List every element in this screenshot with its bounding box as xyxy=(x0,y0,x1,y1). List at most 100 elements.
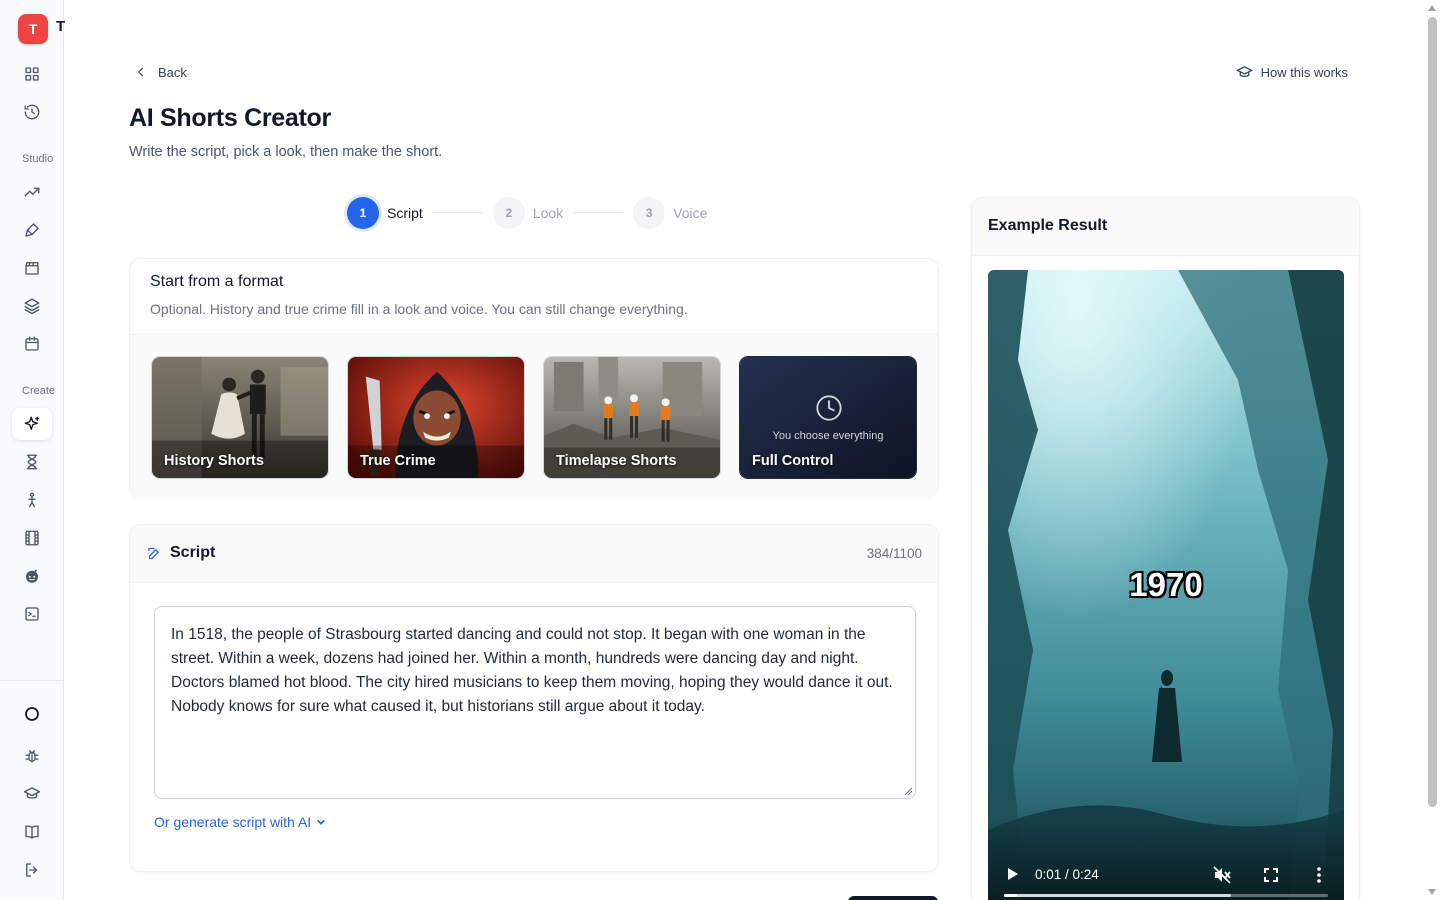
step-look[interactable]: 2 Look xyxy=(492,196,564,229)
nav-logout[interactable] xyxy=(12,854,52,886)
page-title: AI Shorts Creator xyxy=(129,104,331,132)
chevron-left-icon xyxy=(137,67,144,77)
stepper: 1 Script 2 Look 3 Voice xyxy=(347,196,707,229)
nav-reddit[interactable] xyxy=(12,560,52,592)
step-connector xyxy=(573,212,624,213)
nav-film[interactable] xyxy=(12,522,52,554)
mute-button[interactable] xyxy=(1212,865,1232,885)
format-tile-full-control[interactable]: You choose everything Full Control xyxy=(739,356,917,479)
chevron-down-icon xyxy=(317,819,326,825)
nav-layers[interactable] xyxy=(12,290,52,322)
format-tile-timelapse[interactable]: Timelapse Shorts xyxy=(543,356,721,479)
video-time: 0:01 / 0:24 xyxy=(1035,867,1099,882)
hourglass-icon xyxy=(26,454,38,470)
sidebar: T T Studio Create xyxy=(0,0,66,900)
step-number: 2 xyxy=(492,196,525,229)
nav-history[interactable] xyxy=(12,96,52,128)
step-label: Voice xyxy=(673,204,708,221)
nav-hourglass[interactable] xyxy=(12,446,52,478)
trending-icon xyxy=(24,187,40,197)
nav-dashboard[interactable] xyxy=(12,58,52,90)
example-result-title: Example Result xyxy=(988,217,1108,234)
circle-icon xyxy=(25,707,39,721)
example-video[interactable]: 1970 0:01 / 0:24 xyxy=(988,270,1344,900)
nav-figure[interactable] xyxy=(12,484,52,516)
fullscreen-icon xyxy=(1264,868,1278,882)
how-this-works-link[interactable]: How this works xyxy=(1235,62,1348,82)
layers-icon xyxy=(24,298,40,315)
script-card: Script 384/1100 In 1518, the people of S… xyxy=(129,524,939,872)
nav-status[interactable] xyxy=(12,698,52,730)
scroll-thumb[interactable] xyxy=(1428,17,1437,807)
step-number: 1 xyxy=(347,196,379,229)
back-button[interactable]: Back xyxy=(134,62,187,82)
sidebar-section-studio: Studio xyxy=(22,153,54,165)
script-textarea[interactable]: In 1518, the people of Strasbourg starte… xyxy=(154,606,916,799)
nav-paint[interactable] xyxy=(12,214,52,246)
app-logo[interactable]: T xyxy=(18,14,48,44)
nav-terminal[interactable] xyxy=(12,598,52,630)
edit-icon xyxy=(147,546,162,561)
book-icon xyxy=(25,825,39,839)
format-tile-true-crime[interactable]: True Crime xyxy=(347,356,525,479)
nav-clapper[interactable] xyxy=(12,252,52,284)
nav-trending[interactable] xyxy=(12,176,52,208)
step-label: Script xyxy=(387,204,423,221)
nav-tutorials[interactable] xyxy=(12,778,52,810)
step-voice[interactable]: 3 Voice xyxy=(633,196,708,229)
logout-icon xyxy=(26,863,38,877)
generate-script-with-ai-link[interactable]: Or generate script with AI xyxy=(154,814,326,830)
bug-icon xyxy=(25,750,39,762)
nav-ai-shorts[interactable] xyxy=(12,408,52,440)
fullscreen-button[interactable] xyxy=(1261,865,1281,885)
page-subtitle: Write the script, pick a look, then make… xyxy=(129,144,443,160)
sparkles-icon xyxy=(24,416,40,430)
tile-label: Timelapse Shorts xyxy=(556,453,677,469)
film-icon xyxy=(25,530,39,546)
nav-bug-report[interactable] xyxy=(12,740,52,772)
nav-docs[interactable] xyxy=(12,816,52,848)
resize-handle-icon[interactable] xyxy=(904,787,912,795)
tile-label: History Shorts xyxy=(164,453,264,469)
generate-script-label: Or generate script with AI xyxy=(154,814,312,830)
sidebar-divider xyxy=(0,680,64,681)
char-count: 384/1100 xyxy=(866,546,922,561)
format-title: Start from a format xyxy=(150,273,284,290)
tile-label: Full Control xyxy=(752,453,834,469)
video-progress-track[interactable] xyxy=(1004,894,1328,897)
more-vertical-icon xyxy=(1317,867,1321,883)
nav-calendar[interactable] xyxy=(12,328,52,360)
graduation-cap-icon xyxy=(23,787,41,799)
back-label: Back xyxy=(158,64,187,80)
paint-brush-icon xyxy=(25,223,39,237)
more-options-button[interactable] xyxy=(1309,865,1329,885)
step-number: 3 xyxy=(633,196,666,229)
sidebar-section-create: Create xyxy=(22,385,56,397)
step-script[interactable]: 1 Script xyxy=(347,196,423,229)
format-card: Start from a format Optional. History an… xyxy=(129,258,939,499)
play-icon[interactable] xyxy=(1004,866,1020,882)
scroll-up-arrow[interactable] xyxy=(1428,5,1436,11)
app-name-overflow: T xyxy=(56,18,66,35)
tile-sublabel: You choose everything xyxy=(772,430,884,442)
video-caption: 1970 xyxy=(1128,565,1203,604)
format-tile-history[interactable]: History Shorts xyxy=(151,356,329,479)
format-card-header: Start from a format Optional. History an… xyxy=(130,259,938,335)
video-played-bar xyxy=(1004,894,1017,897)
history-icon xyxy=(24,104,40,120)
scroll-down-arrow[interactable] xyxy=(1428,889,1436,895)
volume-muted-icon xyxy=(1213,866,1231,884)
script-card-header: Script 384/1100 xyxy=(130,525,938,583)
next-button[interactable] xyxy=(848,896,938,900)
calendar-icon xyxy=(25,336,39,351)
clock-icon xyxy=(816,395,842,421)
terminal-icon xyxy=(25,607,39,621)
reddit-icon xyxy=(26,569,38,583)
step-label: Look xyxy=(532,204,564,221)
format-tiles: History Shorts True Crime Timelapse Shor… xyxy=(130,335,938,499)
format-description: Optional. History and true crime fill in… xyxy=(150,301,688,317)
dashboard-grid-icon xyxy=(25,67,39,81)
figure-icon xyxy=(28,492,36,508)
graduation-cap-icon xyxy=(1235,65,1253,77)
page-scrollbar[interactable] xyxy=(1425,0,1440,900)
